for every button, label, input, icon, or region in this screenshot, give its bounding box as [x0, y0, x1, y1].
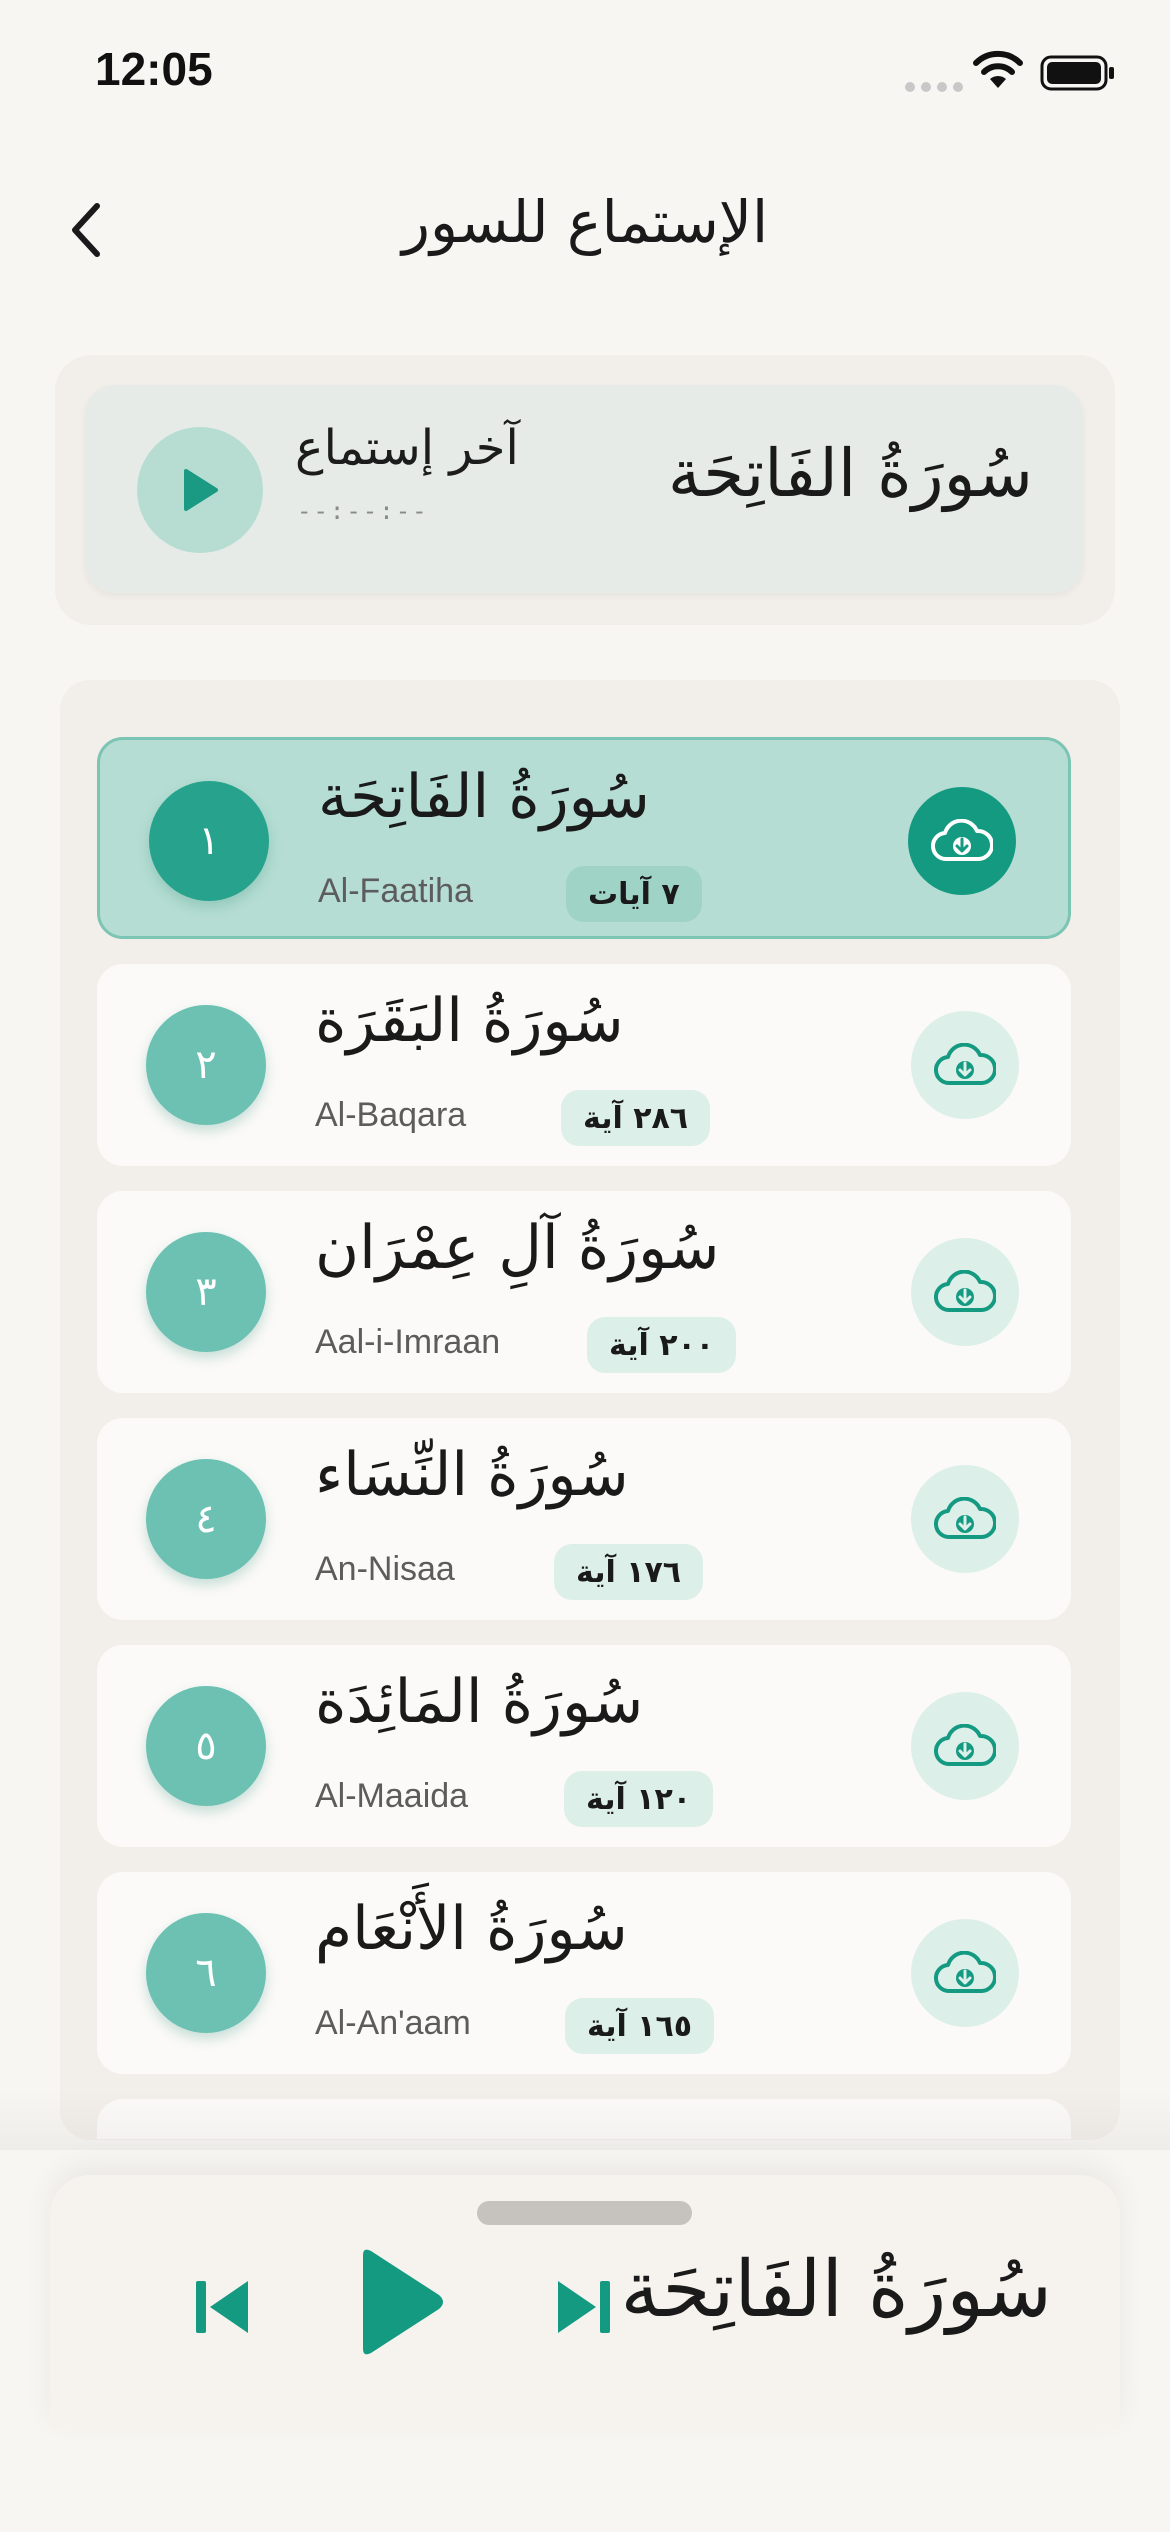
surah-name: سُورَةُ الأَنْعَام [315, 1894, 628, 1964]
surah-number-badge: ٣ [146, 1232, 266, 1352]
cloud-download-icon [934, 1043, 996, 1086]
cloud-download-icon [931, 819, 993, 862]
page-title: الإستماع للسور [401, 188, 769, 256]
ayah-count-badge: ٢٠٠ آية [587, 1317, 737, 1373]
last-listen-card[interactable]: آخر إستماع --:--:-- سُورَةُ الفَاتِحَة [85, 385, 1083, 593]
last-listen-play-button[interactable] [137, 427, 263, 553]
ayah-count-badge: ١٢٠ آية [564, 1771, 714, 1827]
download-button[interactable] [911, 1011, 1019, 1119]
skip-next-icon[interactable] [552, 2275, 616, 2339]
surah-list-item[interactable]: ٤ سُورَةُ النِّسَاء An-Nisaa ١٧٦ آية [97, 1418, 1071, 1620]
surah-number-badge: ٢ [146, 1005, 266, 1125]
download-button[interactable] [911, 1238, 1019, 1346]
status-bar: 12:05 [0, 0, 1170, 150]
surah-list: ١ سُورَةُ الفَاتِحَة Al-Faatiha ٧ آيات ٢… [97, 737, 1077, 2139]
cloud-download-icon [934, 1951, 996, 1994]
cellular-signal-icon [905, 82, 963, 92]
ayah-count-badge: ١٦٥ آية [565, 1998, 715, 2054]
cloud-download-icon [934, 1497, 996, 1540]
surah-list-item[interactable]: ١ سُورَةُ الفَاتِحَة Al-Faatiha ٧ آيات [97, 737, 1071, 939]
surah-transliteration: Aal-i-Imraan [315, 1323, 501, 1361]
last-listen-surah-name: سُورَةُ الفَاتِحَة [667, 435, 1033, 512]
header: الإستماع للسور [0, 170, 1170, 290]
surah-transliteration: Al-Faatiha [318, 872, 473, 910]
surah-list-item[interactable]: ٢ سُورَةُ البَقَرَة Al-Baqara ٢٨٦ آية [97, 964, 1071, 1166]
wifi-icon [973, 50, 1023, 88]
status-time: 12:05 [95, 43, 213, 95]
battery-icon [1040, 55, 1114, 91]
surah-name: سُورَةُ البَقَرَة [315, 986, 624, 1056]
surah-list-item[interactable]: ٥ سُورَةُ المَائِدَة Al-Maaida ١٢٠ آية [97, 1645, 1071, 1847]
surah-list-panel: ١ سُورَةُ الفَاتِحَة Al-Faatiha ٧ آيات ٢… [60, 680, 1120, 2140]
surah-number-badge: ٥ [146, 1686, 266, 1806]
surah-transliteration: Al-Maaida [315, 1777, 469, 1815]
surah-number-badge: ٦ [146, 1913, 266, 2033]
surah-name: سُورَةُ المَائِدَة [315, 1667, 644, 1737]
download-button[interactable] [911, 1692, 1019, 1800]
ayah-count-badge: ٧ آيات [566, 866, 702, 922]
play-pause-button[interactable] [355, 2247, 445, 2357]
player-shadow [0, 2090, 1170, 2150]
cloud-download-icon [934, 1724, 996, 1767]
surah-number-badge: ١ [149, 781, 269, 901]
play-icon [184, 469, 218, 511]
surah-transliteration: Al-An'aam [315, 2004, 471, 2042]
cloud-download-icon [934, 1270, 996, 1313]
player-surah-name: سُورَةُ الفَاتِحَة [620, 2245, 1052, 2335]
download-button[interactable] [911, 1919, 1019, 2027]
surah-list-item[interactable]: ٦ سُورَةُ الأَنْعَام Al-An'aam ١٦٥ آية [97, 1872, 1071, 2074]
mini-player: سُورَةُ الفَاتِحَة [50, 2175, 1120, 2430]
last-listen-label: آخر إستماع [295, 420, 519, 476]
surah-name: سُورَةُ الفَاتِحَة [318, 762, 650, 832]
ayah-count-badge: ٢٨٦ آية [561, 1090, 711, 1146]
last-listen-time: --:--:-- [297, 497, 429, 525]
download-button[interactable] [911, 1465, 1019, 1573]
drag-handle[interactable] [477, 2201, 692, 2225]
surah-list-item[interactable]: ٣ سُورَةُ آلِ عِمْرَان Aal-i-Imraan ٢٠٠ … [97, 1191, 1071, 1393]
download-button[interactable] [908, 787, 1016, 895]
ayah-count-badge: ١٧٦ آية [554, 1544, 704, 1600]
surah-number-badge: ٤ [146, 1459, 266, 1579]
skip-previous-icon[interactable] [190, 2275, 254, 2339]
surah-name: سُورَةُ النِّسَاء [315, 1440, 629, 1510]
surah-transliteration: Al-Baqara [315, 1096, 467, 1134]
surah-transliteration: An-Nisaa [315, 1550, 455, 1588]
surah-name: سُورَةُ آلِ عِمْرَان [315, 1213, 720, 1283]
